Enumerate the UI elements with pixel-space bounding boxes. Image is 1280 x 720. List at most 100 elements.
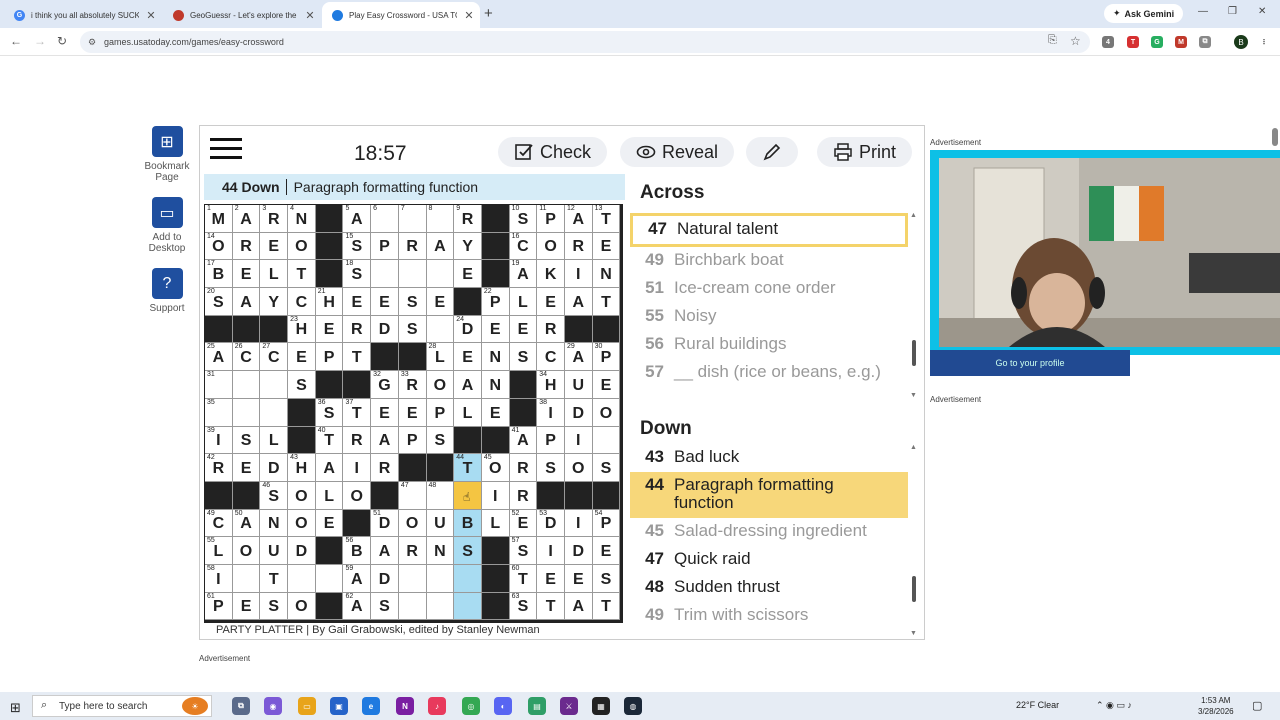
grid-cell[interactable]: S [537, 454, 565, 482]
grid-cell[interactable]: E [592, 371, 621, 399]
grid-cell[interactable]: P [426, 398, 455, 427]
grid-cell[interactable] [426, 260, 455, 289]
grid-cell[interactable]: S 57 [509, 537, 538, 565]
grid-cell[interactable]: A [454, 371, 482, 399]
grid-cell[interactable]: D [260, 454, 289, 482]
grid-cell[interactable]: A [371, 426, 399, 455]
grid-cell[interactable]: K [537, 260, 565, 289]
grid-cell[interactable]: U [564, 371, 593, 399]
grid-cell[interactable]: R [398, 537, 427, 565]
grid-cell[interactable]: B 17 [205, 260, 233, 289]
grid-cell[interactable] [426, 564, 455, 593]
grid-cell[interactable]: L [481, 509, 510, 538]
grid-cell[interactable]: T [288, 260, 316, 289]
grid-cell[interactable]: I [564, 426, 593, 455]
ask-gemini-button[interactable]: ✦ Ask Gemini [1104, 4, 1184, 23]
grid-cell[interactable]: D 53 [537, 509, 565, 538]
grid-cell[interactable]: T 13 [592, 205, 621, 233]
extension-icon[interactable]: G [1151, 36, 1163, 48]
grid-cell[interactable]: E [260, 232, 289, 261]
grid-cell[interactable]: E [592, 537, 621, 565]
grid-cell[interactable]: O [288, 509, 316, 538]
grid-cell[interactable]: L [260, 426, 289, 455]
down-clue-48[interactable]: 48 Sudden thrust [630, 574, 908, 602]
grid-cell[interactable]: A 25 [205, 343, 233, 372]
grid-cell[interactable]: E [398, 398, 427, 427]
grid-cell[interactable]: E [481, 315, 510, 344]
notifications-icon[interactable]: ▢ [1252, 699, 1262, 712]
grid-cell[interactable]: E [592, 232, 621, 261]
grid-cell[interactable]: T [343, 343, 372, 372]
grid-cell[interactable]: T [537, 592, 565, 621]
grid-cell[interactable]: 6 [371, 205, 399, 233]
url-field[interactable]: ⚙ games.usatoday.com/games/easy-crosswor… [80, 31, 1090, 53]
close-icon[interactable]: ✕ [463, 9, 475, 22]
grid-cell[interactable]: O [426, 371, 455, 399]
grid-cell[interactable]: S [592, 564, 621, 593]
grid-cell[interactable]: E [232, 454, 261, 482]
grid-cell[interactable]: Y [260, 288, 289, 316]
grid-cell[interactable]: E [288, 343, 316, 372]
grid-cell[interactable]: E [371, 288, 399, 316]
grid-cell[interactable]: A 41 [509, 426, 538, 455]
grid-cell[interactable]: I 58 [205, 564, 233, 593]
music-icon[interactable]: ♪ [428, 697, 446, 715]
grid-cell[interactable]: D 24 [454, 315, 482, 344]
grid-cell[interactable]: A [564, 288, 593, 316]
grid-cell[interactable]: A 19 [509, 260, 538, 289]
grid-cell[interactable]: C [537, 343, 565, 372]
grid-cell[interactable]: T [260, 564, 289, 593]
across-clue-56[interactable]: 56 Rural buildings [630, 331, 908, 359]
grid-cell[interactable] [371, 260, 399, 289]
grid-cell[interactable]: N [260, 509, 289, 538]
grid-cell[interactable]: I [481, 481, 510, 510]
grid-cell[interactable]: N [592, 260, 621, 289]
grid-cell[interactable]: S [288, 371, 316, 399]
close-icon[interactable]: ✕ [145, 9, 157, 22]
grid-cell[interactable] [398, 592, 427, 621]
grid-cell[interactable]: R [398, 232, 427, 261]
file-explorer-icon[interactable]: ▭ [298, 697, 316, 715]
store-icon[interactable]: ▣ [330, 697, 348, 715]
grid-cell[interactable] [288, 564, 316, 593]
grid-cell[interactable]: O [398, 509, 427, 538]
grid-cell[interactable]: S 36 [315, 398, 344, 427]
app-icon[interactable]: ▦ [592, 697, 610, 715]
grid-cell[interactable]: L [315, 481, 344, 510]
grid-cell[interactable]: E [537, 564, 565, 593]
discord-icon[interactable]: ◐ [494, 697, 512, 715]
grid-cell[interactable]: L [260, 260, 289, 289]
restore-icon[interactable]: ❐ [1228, 6, 1237, 17]
extension-icon[interactable]: T [1127, 36, 1139, 48]
grid-cell[interactable]: E 52 [509, 509, 538, 538]
grid-cell[interactable]: E [343, 288, 372, 316]
grid-cell[interactable]: I 38 [537, 398, 565, 427]
menu-kebab-icon[interactable]: ⋮ [1258, 36, 1270, 48]
grid-cell[interactable]: S 46 [260, 481, 289, 510]
extension-counter-icon[interactable]: 4 [1102, 36, 1114, 48]
grid-cell[interactable]: C 49 [205, 509, 233, 538]
grid-cell[interactable]: P 30 [592, 343, 621, 372]
tab-reddit[interactable]: G i think you all absolutely SUCK ✕ [4, 2, 162, 28]
grid-cell[interactable]: A2 [232, 205, 261, 233]
grid-cell[interactable]: 35 [205, 398, 233, 427]
grid-cell[interactable]: C 26 [232, 343, 261, 372]
grid-cell[interactable]: D [564, 398, 593, 427]
add-to-desktop-link[interactable]: ▭ Add to Desktop [140, 197, 194, 254]
grid-cell[interactable]: S 20 [205, 288, 233, 316]
grid-cell[interactable]: S [426, 426, 455, 455]
task-view-icon[interactable]: ⧉ [232, 697, 250, 715]
grid-cell[interactable]: D [288, 537, 316, 565]
taskbar-clock[interactable]: 1:53 AM 3/28/2026 [1198, 695, 1234, 717]
profile-avatar[interactable]: B [1234, 35, 1248, 49]
grid-cell[interactable] [398, 260, 427, 289]
grid-cell[interactable] [592, 426, 621, 455]
grid-cell[interactable]: P 61 [205, 592, 233, 621]
support-link[interactable]: ? Support [140, 268, 194, 314]
grid-cell[interactable]: A [315, 454, 344, 482]
grid-cell[interactable]: A [371, 537, 399, 565]
reveal-button[interactable]: Reveal [620, 137, 735, 167]
grid-cell[interactable]: O 45 [481, 454, 510, 482]
print-button[interactable]: Print [817, 137, 913, 167]
grid-cell[interactable]: T 60 [509, 564, 538, 593]
